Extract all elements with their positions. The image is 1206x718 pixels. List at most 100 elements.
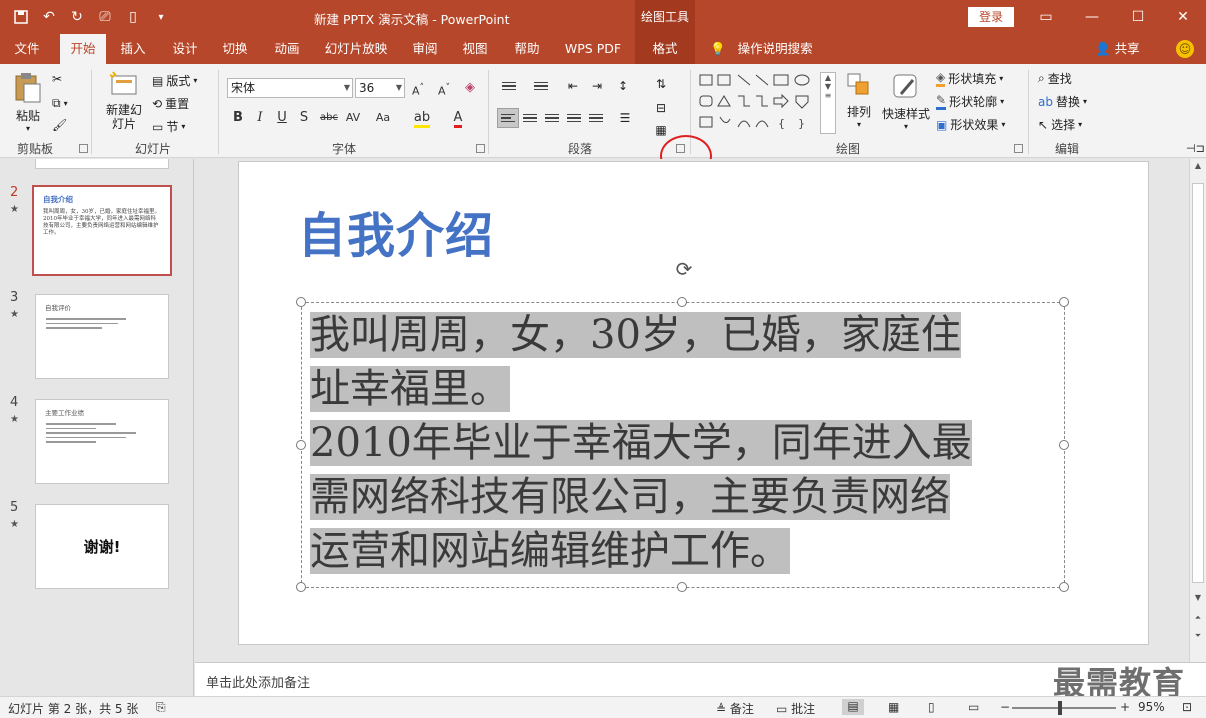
selected-text-box[interactable]: 我叫周周，女，30岁，已婚，家庭住 址幸福里。 2010年毕业于幸福大学，同年进… <box>296 297 1069 592</box>
resize-handle-bottom-left[interactable] <box>296 582 306 592</box>
scrollbar-thumb[interactable] <box>1192 183 1204 583</box>
arrange-button[interactable]: 排列 ▾ <box>844 72 874 129</box>
redo-icon[interactable]: ↻ <box>66 6 88 28</box>
resize-handle-right[interactable] <box>1059 440 1069 450</box>
find-button[interactable]: ⌕ 查找 <box>1038 70 1072 87</box>
resize-handle-top[interactable] <box>677 297 687 307</box>
cut-icon[interactable]: ✂ <box>52 72 62 86</box>
text-direction-icon[interactable]: ⇅ <box>650 74 672 94</box>
bold-button[interactable]: B <box>228 108 248 128</box>
zoom-level[interactable]: 95% <box>1138 700 1165 714</box>
grow-font-icon[interactable]: A˄ <box>408 78 428 98</box>
tab-format[interactable]: 格式 <box>635 34 695 64</box>
resize-handle-left[interactable] <box>296 440 306 450</box>
zoom-out-icon[interactable]: − <box>1000 700 1010 714</box>
next-slide-icon[interactable]: ⏷ <box>1190 629 1206 643</box>
justify-icon[interactable] <box>563 108 585 128</box>
resize-handle-top-left[interactable] <box>296 297 306 307</box>
shape-outline-button[interactable]: ✎ 形状轮廓 ▾ <box>936 93 1004 110</box>
font-name-select[interactable]: 宋体 ▼ <box>227 78 353 98</box>
select-button[interactable]: ↖ 选择 ▾ <box>1038 116 1082 133</box>
format-painter-icon[interactable]: 🖌 <box>52 118 67 132</box>
notes-toggle[interactable]: ≜ 备注 <box>716 700 754 717</box>
increase-indent-icon[interactable]: ⇥ <box>586 76 608 96</box>
tab-animations[interactable]: 动画 <box>266 34 308 64</box>
character-spacing-button[interactable]: AV <box>340 108 366 128</box>
drawing-launcher-icon[interactable] <box>1014 144 1023 153</box>
tab-file[interactable]: 文件 <box>6 34 48 64</box>
pin-ribbon-icon[interactable]: ⊣⊐ <box>1186 142 1205 155</box>
align-left-icon[interactable] <box>497 108 519 128</box>
thumbnail-slide-2[interactable]: 自我介绍 我叫周周，女，30岁，已婚，家庭住址幸福里。2010年毕业于幸福大学，… <box>32 185 172 276</box>
underline-button[interactable]: U <box>272 108 292 128</box>
ribbon-display-icon[interactable]: ▭ <box>1023 0 1069 34</box>
scroll-up-icon[interactable]: ▲ <box>1190 159 1206 173</box>
normal-view-icon[interactable]: ▤ <box>842 699 864 715</box>
undo-icon[interactable]: ↶ <box>38 6 60 28</box>
save-icon[interactable] <box>10 6 32 28</box>
font-color-icon[interactable]: A <box>448 108 468 128</box>
thumbnail-slide-5[interactable]: 谢谢! <box>35 504 169 589</box>
reset-button[interactable]: ⟲ 重置 <box>152 95 189 112</box>
accessibility-icon[interactable]: ⎘ <box>156 700 166 715</box>
italic-button[interactable]: I <box>250 108 270 128</box>
resize-handle-bottom[interactable] <box>677 582 687 592</box>
present-icon[interactable]: ⎚ <box>94 6 116 28</box>
scroll-down-icon[interactable]: ▼ <box>1190 591 1206 605</box>
tab-design[interactable]: 设计 <box>164 34 206 64</box>
replace-button[interactable]: ab 替换 ▾ <box>1038 93 1087 110</box>
columns-icon[interactable]: ☰ <box>614 108 636 128</box>
zoom-in-icon[interactable]: + <box>1120 700 1130 714</box>
login-button[interactable]: 登录 <box>968 7 1014 27</box>
shadow-button[interactable]: S <box>294 108 314 128</box>
zoom-slider-knob[interactable] <box>1058 701 1062 715</box>
minimize-icon[interactable]: — <box>1069 0 1115 34</box>
strikethrough-button[interactable]: abc <box>316 108 342 128</box>
tell-me-search[interactable]: 💡 操作说明搜索 <box>710 34 813 64</box>
shape-fill-button[interactable]: ◈ 形状填充 ▾ <box>936 70 1003 87</box>
smartart-icon[interactable]: ▦ <box>650 120 672 140</box>
fit-to-window-icon[interactable]: ⊡ <box>1182 700 1192 714</box>
layout-button[interactable]: ▤ 版式 ▾ <box>152 72 197 89</box>
shape-effects-button[interactable]: ▣ 形状效果 ▾ <box>936 116 1005 133</box>
paste-button[interactable]: 粘贴 ▾ <box>10 72 46 133</box>
slide-thumbnails-panel[interactable]: 2 ★ 自我介绍 我叫周周，女，30岁，已婚，家庭住址幸福里。2010年毕业于幸… <box>0 159 194 696</box>
copy-icon[interactable]: ⧉ ▾ <box>52 96 68 111</box>
font-launcher-icon[interactable] <box>476 144 485 153</box>
zoom-slider-track[interactable] <box>1012 707 1116 709</box>
tab-review[interactable]: 审阅 <box>404 34 446 64</box>
tab-help[interactable]: 帮助 <box>506 34 548 64</box>
customize-qat-icon[interactable]: ▾ <box>150 6 172 28</box>
bullets-icon[interactable] <box>498 76 520 96</box>
smiley-feedback-icon[interactable]: ☺ <box>1176 40 1194 58</box>
shapes-gallery-scroll[interactable]: ▲ ▼ ≡ <box>820 72 836 134</box>
shapes-gallery[interactable]: { } <box>698 72 820 132</box>
new-file-icon[interactable]: ▯ <box>122 6 144 28</box>
slide-sorter-icon[interactable]: ▦ <box>888 700 899 714</box>
slide-title[interactable]: 自我介绍 <box>298 196 494 266</box>
align-text-icon[interactable]: ⊟ <box>650 98 672 118</box>
thumbnail-slide-1-partial[interactable] <box>35 159 169 169</box>
close-icon[interactable]: ✕ <box>1160 0 1206 34</box>
tab-insert[interactable]: 插入 <box>112 34 154 64</box>
thumbnail-slide-4[interactable]: 主要工作业绩 <box>35 399 169 484</box>
clear-formatting-icon[interactable]: ◈ <box>460 78 480 98</box>
tab-home[interactable]: 开始 <box>60 34 106 64</box>
quick-styles-button[interactable]: 快速样式 ▾ <box>880 72 932 131</box>
tab-transitions[interactable]: 切换 <box>214 34 256 64</box>
shrink-font-icon[interactable]: A˅ <box>434 78 454 98</box>
line-spacing-icon[interactable]: ↕ <box>612 76 634 96</box>
previous-slide-icon[interactable]: ⏶ <box>1190 611 1206 625</box>
section-button[interactable]: ▭ 节 ▾ <box>152 118 185 135</box>
align-center-icon[interactable] <box>519 108 541 128</box>
thumbnail-slide-3[interactable]: 自我评价 <box>35 294 169 379</box>
comments-toggle[interactable]: ▭ 批注 <box>776 700 815 717</box>
rotate-handle-icon[interactable]: ⟳ <box>673 258 695 280</box>
tab-wps-pdf[interactable]: WPS PDF <box>558 34 628 64</box>
new-slide-button[interactable]: 新建幻灯片 <box>98 70 150 131</box>
clipboard-launcher-icon[interactable] <box>79 144 88 153</box>
distributed-icon[interactable] <box>585 108 607 128</box>
maximize-icon[interactable]: ☐ <box>1115 0 1161 34</box>
slideshow-view-icon[interactable]: ▭ <box>968 700 979 714</box>
decrease-indent-icon[interactable]: ⇤ <box>562 76 584 96</box>
